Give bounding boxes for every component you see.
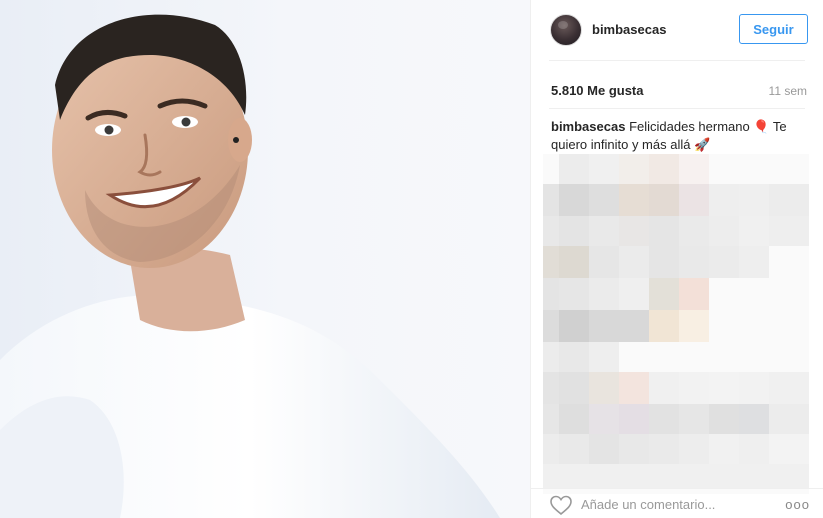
header-divider [549, 60, 805, 61]
likes-count[interactable]: 5.810 Me gusta [551, 83, 644, 98]
follow-button[interactable]: Seguir [739, 14, 808, 44]
post-header: bimbasecas Seguir [531, 0, 823, 60]
username-link[interactable]: bimbasecas [592, 22, 666, 37]
likes-divider [549, 108, 805, 109]
post-footer: ooo [531, 488, 823, 518]
more-options-icon[interactable]: ooo [785, 497, 810, 512]
post-timestamp[interactable]: 11 sem [769, 84, 807, 98]
post-photo-illustration [0, 14, 500, 518]
comment-input[interactable] [581, 495, 771, 513]
post-photo[interactable] [0, 0, 530, 518]
pixelated-comments [543, 154, 809, 494]
post-caption: bimbasecas Felicidades hermano 🎈 Te quie… [551, 118, 801, 154]
caption-username[interactable]: bimbasecas [551, 119, 625, 134]
heart-outline-icon[interactable] [549, 494, 573, 516]
post-sidebar: bimbasecas Seguir 5.810 Me gusta 11 sem … [530, 0, 823, 518]
avatar[interactable] [550, 14, 582, 46]
avatar-highlight [558, 21, 568, 29]
